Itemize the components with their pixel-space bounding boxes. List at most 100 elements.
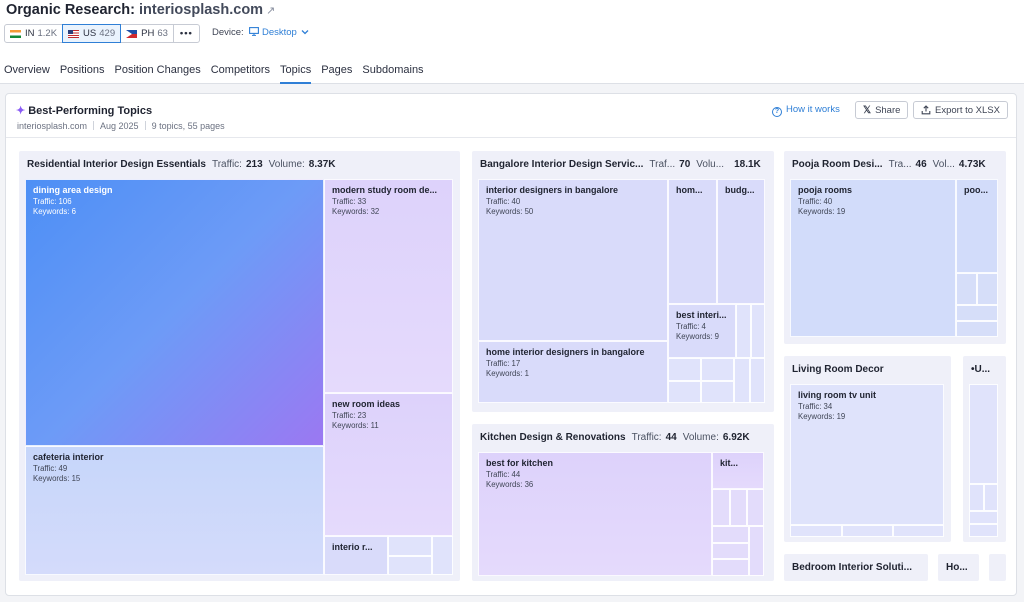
subtopic-tile-small[interactable] — [969, 511, 998, 524]
subtopic-tile-small[interactable] — [736, 304, 751, 358]
db-count: 1.2K — [37, 28, 58, 39]
subtopic-tile-small[interactable] — [712, 526, 749, 543]
sparkle-icon: ✦ — [16, 105, 26, 117]
subtopic-tile-small[interactable] — [749, 526, 764, 576]
panel-date: Aug 2025 — [100, 121, 139, 131]
device-selector[interactable]: Device: Desktop — [212, 27, 309, 38]
x-icon: 𝕏 — [863, 104, 872, 116]
subtopic-tile[interactable]: poo... — [956, 179, 998, 273]
subtopic-tile[interactable]: living room tv unit Traffic: 34 Keywords… — [790, 384, 944, 525]
us-flag-icon — [68, 29, 80, 38]
panel-title: ✦ Best-Performing Topics — [16, 105, 153, 117]
tab-topics[interactable]: Topics — [280, 58, 312, 84]
subtopic-tile[interactable]: cafeteria interior Traffic: 49 Keywords:… — [25, 446, 324, 575]
subtopic-tile-small[interactable] — [712, 559, 749, 576]
device-label: Device: — [212, 27, 244, 38]
topic-header: •U... — [971, 363, 991, 375]
subtopic-tile[interactable]: best interi... Traffic: 4 Keywords: 9 — [668, 304, 736, 358]
subtopic-tile[interactable]: kit... — [712, 452, 764, 489]
tab-subdomains[interactable]: Subdomains — [362, 58, 423, 84]
device-value: Desktop — [261, 27, 297, 38]
subtopic-tile-small[interactable] — [984, 484, 998, 511]
subtopic-tile-small[interactable] — [842, 525, 893, 537]
database-ph-button[interactable]: PH 63 — [120, 24, 174, 43]
subtopic-tile-small[interactable] — [751, 304, 765, 358]
subtopic-tile-small[interactable] — [750, 358, 765, 403]
more-databases-button[interactable]: ••• — [172, 24, 200, 43]
database-us-button[interactable]: US 429 — [62, 24, 122, 43]
external-link-icon[interactable]: ↗ — [266, 4, 275, 17]
title-domain[interactable]: interiosplash.com — [139, 2, 263, 18]
subtopic-tile[interactable]: interio r... — [324, 536, 388, 575]
topic-header: Ho... — [946, 561, 968, 573]
db-code: US — [83, 28, 97, 39]
topic-group-bangalore[interactable]: Bangalore Interior Design Servic... Traf… — [472, 151, 774, 412]
topic-group-residential[interactable]: Residential Interior Design Essentials T… — [19, 151, 460, 581]
db-code: PH — [141, 28, 155, 39]
india-flag-icon — [10, 29, 21, 38]
panel-subtitle: interiosplash.com Aug 2025 9 topics, 55 pa… — [17, 121, 225, 131]
subtopic-tile-small[interactable] — [969, 484, 984, 511]
subtopic-tile-small[interactable] — [668, 358, 701, 381]
database-in-button[interactable]: IN 1.2K — [4, 24, 64, 43]
subtopic-tile-small[interactable] — [712, 543, 749, 559]
subtopic-tile-small[interactable] — [956, 321, 998, 337]
philippines-flag-icon — [126, 29, 138, 38]
subtopic-tile-small[interactable] — [956, 273, 977, 305]
subtopic-tile[interactable]: budg... — [717, 179, 765, 304]
panel-summary: 9 topics, 55 pages — [151, 121, 225, 131]
panel-domain: interiosplash.com — [17, 121, 88, 131]
tab-overview[interactable]: Overview — [4, 58, 50, 84]
desktop-icon — [249, 27, 260, 36]
tab-competitors[interactable]: Competitors — [211, 58, 270, 84]
subtopic-tile-small[interactable] — [701, 358, 734, 381]
topic-header: Residential Interior Design Essentials T… — [27, 158, 336, 170]
tab-position-changes[interactable]: Position Changes — [114, 58, 200, 84]
subtopic-tile-small[interactable] — [893, 525, 944, 537]
subtopic-tile-small[interactable] — [388, 556, 432, 575]
topic-group-kitchen[interactable]: Kitchen Design & Renovations Traffic: 44 … — [472, 424, 774, 581]
subtopic-tile-small[interactable] — [734, 358, 750, 403]
subtopic-tile-small[interactable] — [747, 489, 764, 526]
subtopic-tile-small[interactable] — [956, 305, 998, 321]
tab-positions[interactable]: Positions — [60, 58, 105, 84]
topic-header: Bangalore Interior Design Servic... Traf… — [480, 158, 761, 170]
topic-group-pooja-room[interactable]: Pooja Room Desi... Tra... 46 Vol... 4.73K … — [784, 151, 1006, 344]
export-xlsx-button[interactable]: Export to XLSX — [913, 101, 1008, 119]
topic-header: Bedroom Interior Soluti... — [792, 561, 913, 573]
subtopic-tile-small[interactable] — [712, 489, 730, 526]
subtopic-tile-small[interactable] — [730, 489, 747, 526]
db-count: 63 — [157, 28, 168, 39]
subtopic-tile[interactable]: new room ideas Traffic: 23 Keywords: 11 — [324, 393, 453, 536]
subtopic-tile[interactable]: hom... — [668, 179, 717, 304]
subtopic-tile-small[interactable] — [388, 536, 432, 556]
report-header: Organic Research: interiosplash.com ↗ IN … — [0, 0, 1024, 84]
topic-group-ho[interactable]: Ho... — [938, 554, 979, 581]
subtopic-tile-small[interactable] — [668, 381, 701, 403]
db-code: IN — [25, 28, 35, 39]
chevron-down-icon — [302, 30, 309, 35]
page-title: Organic Research: interiosplash.com ↗ — [6, 2, 275, 18]
subtopic-tile[interactable]: dining area design Traffic: 106 Keywords… — [25, 179, 324, 446]
subtopic-tile-small[interactable] — [969, 384, 998, 484]
tab-pages[interactable]: Pages — [321, 58, 352, 84]
subtopic-tile[interactable]: best for kitchen Traffic: 44 Keywords: 3… — [478, 452, 712, 576]
topic-group-living-room[interactable]: Living Room Decor living room tv unit Tr… — [784, 356, 951, 542]
subtopic-tile[interactable]: interior designers in bangalore Traffic:… — [478, 179, 668, 341]
subtopic-tile[interactable]: pooja rooms Traffic: 40 Keywords: 19 — [790, 179, 956, 337]
topic-header: Kitchen Design & Renovations Traffic: 44 … — [480, 431, 750, 443]
how-it-works-link[interactable]: ? How it works — [772, 104, 840, 117]
subtopic-tile-small[interactable] — [790, 525, 842, 537]
topic-group-bedroom[interactable]: Bedroom Interior Soluti... — [784, 554, 928, 581]
title-prefix: Organic Research: — [6, 2, 135, 18]
topic-group-u[interactable]: •U... — [963, 356, 1006, 542]
subtopic-tile[interactable]: modern study room de... Traffic: 33 Keyw… — [324, 179, 453, 393]
topic-group-small[interactable] — [989, 554, 1006, 581]
subtopic-tile[interactable]: home interior designers in bangalore Tra… — [478, 341, 668, 403]
subtopic-tile-small[interactable] — [969, 524, 998, 537]
report-tabs: Overview Positions Position Changes Comp… — [4, 58, 434, 84]
subtopic-tile-small[interactable] — [432, 536, 453, 575]
subtopic-tile-small[interactable] — [977, 273, 998, 305]
subtopic-tile-small[interactable] — [701, 381, 734, 403]
share-button[interactable]: 𝕏 Share — [855, 101, 909, 119]
